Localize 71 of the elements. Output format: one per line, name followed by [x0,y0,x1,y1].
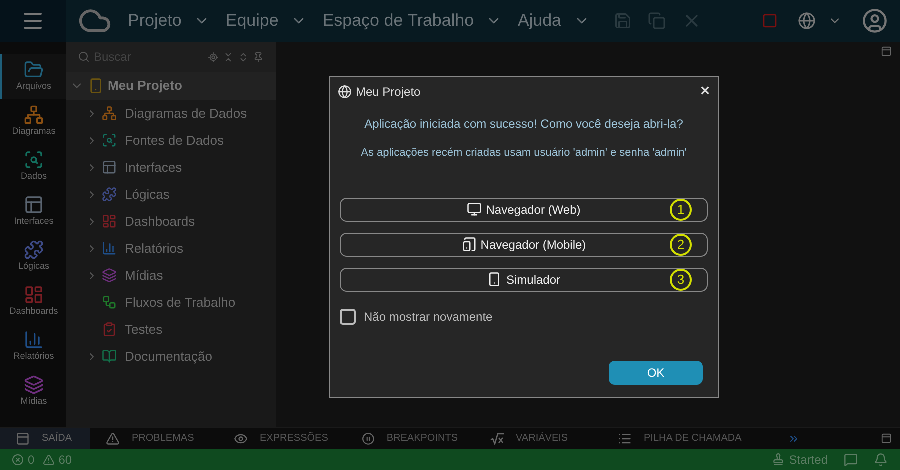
server-status: Started [789,452,828,468]
pause-icon [362,432,375,446]
bottom-tab[interactable]: SAÍDA [0,428,90,449]
activity-item[interactable]: Lógicas [0,234,66,279]
activity-item[interactable]: Dados [0,144,66,189]
tree-item[interactable]: Diagramas de Dados [66,100,276,127]
tree-root[interactable]: Meu Projeto [66,72,276,100]
number-badge: 2 [670,234,692,256]
save-icon[interactable] [614,12,632,30]
devices-icon [462,237,477,252]
activity-item[interactable]: Dashboards [0,279,66,324]
search-icon [78,51,90,63]
tree-item[interactable]: Lógicas [66,181,276,208]
pin-icon[interactable] [253,52,264,62]
menu-item[interactable]: Ajuda [518,8,590,34]
error-count: 0 [28,452,35,468]
bell-icon[interactable] [874,452,888,466]
tree-item[interactable]: Relatórios [66,235,276,262]
activity-item[interactable]: Relatórios [0,324,66,369]
bottom-tab[interactable]: PROBLEMAS [90,428,218,449]
bottom-tab[interactable]: EXPRESSÕES [218,428,346,449]
dialog-note: As aplicações recém criadas usam usuário 'admin' e senha 'admin' [360,146,688,161]
tree-item[interactable]: Dashboards [66,208,276,235]
close-button[interactable]: × [700,84,710,100]
tree-item[interactable]: Fluxos de Trabalho [66,289,276,316]
activity-item[interactable]: Arquivos [0,54,66,99]
tree-item[interactable]: Interfaces [66,154,276,181]
globe-icon [338,85,352,99]
panel-icon [16,432,30,446]
error-icon [12,454,24,466]
activity-item[interactable]: Mídias [0,369,66,414]
warning-icon [42,454,55,466]
collapse-icon[interactable] [223,52,234,62]
bottom-tab[interactable]: PILHA DE CHAMADA [602,428,772,449]
square-root-icon [490,432,504,444]
number-badge: 3 [670,268,692,290]
activity-item[interactable]: Interfaces [0,189,66,234]
list-icon [618,432,632,446]
activity-item[interactable]: Diagramas [0,99,66,144]
ok-button[interactable]: OK [609,361,703,385]
checkbox-label: Não mostrar novamente [364,308,493,326]
tree-item[interactable]: Testes [66,316,276,343]
menu-item[interactable]: Projeto [128,8,210,34]
expand-icon[interactable] [238,52,249,62]
warning-count: 60 [58,452,72,468]
number-badge: 1 [670,198,692,220]
bottom-tab[interactable]: BREAKPOINTS [346,428,474,449]
locate-icon[interactable] [208,52,219,62]
phone-icon [88,78,104,94]
tree-item[interactable]: Documentação [66,343,276,370]
chat-icon[interactable] [844,452,858,466]
tree-item[interactable]: Mídias [66,262,276,289]
menu-button[interactable] [0,0,66,42]
panel-icon[interactable] [881,46,892,57]
dialog-title: Meu Projeto [356,84,421,101]
avatar-icon[interactable] [862,8,888,34]
save-all-icon[interactable] [648,12,666,30]
bottom-tab[interactable]: VARIÁVEIS [474,428,602,449]
stop-icon[interactable] [762,13,778,29]
globe-icon[interactable] [798,12,816,30]
checkbox[interactable] [340,308,356,324]
monitor-icon [467,202,482,217]
phone-icon [487,272,502,287]
dialog-message: Aplicação iniciada com sucesso! Como você deseja abri-la? [364,116,684,133]
panel-icon[interactable] [881,433,892,444]
stamp-icon [772,453,786,466]
warning-icon [106,432,120,446]
menu-item[interactable]: Equipe [226,8,307,34]
eye-icon [234,432,248,446]
menu-item[interactable]: Espaço de Trabalho [322,8,502,34]
tree-item[interactable]: Fontes de Dados [66,127,276,154]
